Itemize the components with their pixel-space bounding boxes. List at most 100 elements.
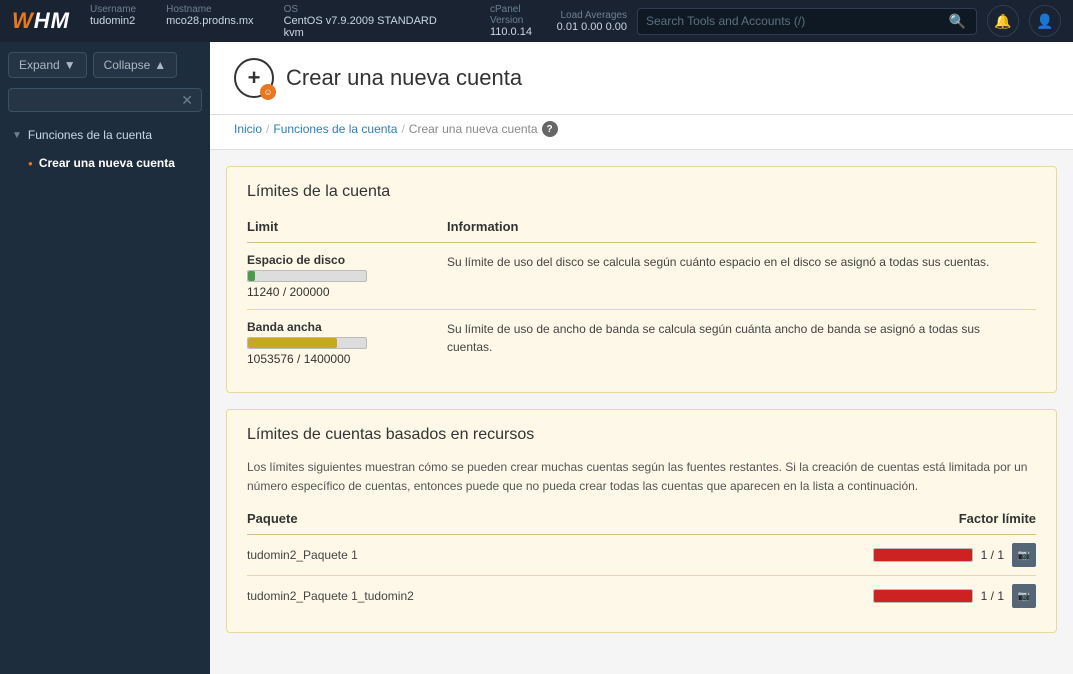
breadcrumb-current: Crear una nueva cuenta <box>409 122 538 136</box>
col-factor: Factor límite <box>646 507 1036 535</box>
os-value: CentOS v7.9.2009 STANDARD kvm <box>284 15 437 39</box>
resources-description: Los límites siguientes muestran cómo se … <box>247 458 1036 495</box>
table-row: Banda ancha 1053576 / 1400000 Su límite … <box>247 310 1036 377</box>
sidebar-nav: ▼ Funciones de la cuenta ● Crear una nue… <box>0 120 210 674</box>
pkg-bar-red <box>874 590 972 602</box>
limit-row-name: Banda ancha <box>247 320 439 334</box>
resources-panel: Límites de cuentas basados en recursos L… <box>226 409 1057 633</box>
package-factor-cell: 1 / 1 📷 <box>646 576 1036 617</box>
load-averages: Load Averages 0.01 0.00 0.00 <box>557 10 627 33</box>
breadcrumb-funciones[interactable]: Funciones de la cuenta <box>273 122 397 136</box>
col-package: Paquete <box>247 507 646 535</box>
progress-bar-inner <box>248 338 337 348</box>
pkg-icon: 📷 <box>1012 584 1036 608</box>
breadcrumb: Inicio / Funciones de la cuenta / Crear … <box>210 115 1073 150</box>
os-info: OS CentOS v7.9.2009 STANDARD kvm <box>284 4 460 39</box>
expand-icon: ▼ <box>64 58 76 72</box>
progress-bar-outer <box>247 337 367 349</box>
package-name-cell: tudomin2_Paquete 1 <box>247 535 646 576</box>
username-info: Username tudomin2 <box>90 4 136 39</box>
hostname-value: mco28.prodns.mx <box>166 15 253 27</box>
table-row: tudomin2_Paquete 1_tudomin2 1 / 1 📷 <box>247 576 1036 617</box>
help-icon[interactable]: ? <box>542 121 558 137</box>
table-row: Espacio de disco 11240 / 200000 Su límit… <box>247 243 1036 310</box>
collapse-icon: ▲ <box>154 58 166 72</box>
page-header: + ☺ Crear una nueva cuenta <box>210 42 1073 115</box>
nav-bullet-icon: ● <box>28 159 33 168</box>
pkg-value: 1 / 1 <box>981 548 1004 562</box>
expand-label: Expand <box>19 58 60 72</box>
limit-name-cell: Banda ancha 1053576 / 1400000 <box>247 310 447 377</box>
pkg-value: 1 / 1 <box>981 589 1004 603</box>
user-account-button[interactable]: 👤 <box>1029 5 1061 37</box>
collapse-label: Collapse <box>104 58 151 72</box>
limit-name-cell: Espacio de disco 11240 / 200000 <box>247 243 447 310</box>
search-icon-button[interactable]: 🔍 <box>947 13 968 30</box>
top-bar: WHM Username tudomin2 Hostname mco28.pro… <box>0 0 1073 42</box>
package-factor-cell: 1 / 1 📷 <box>646 535 1036 576</box>
limit-info-cell: Su límite de uso de ancho de banda se ca… <box>447 310 1036 377</box>
breadcrumb-sep-2: / <box>401 122 404 136</box>
sidebar-section-funciones[interactable]: ▼ Funciones de la cuenta <box>0 120 210 150</box>
collapse-button[interactable]: Collapse ▲ <box>93 52 178 78</box>
sub-icon: ☺ <box>260 84 276 100</box>
sidebar-item-label: Crear una nueva cuenta <box>39 156 175 170</box>
sidebar-search-clear[interactable]: ✕ <box>181 93 193 107</box>
limits-panel-title: Límites de la cuenta <box>247 183 1036 201</box>
hostname-label: Hostname <box>166 4 253 15</box>
server-info: Username tudomin2 Hostname mco28.prodns.… <box>90 4 557 39</box>
username-label: Username <box>90 4 136 15</box>
notifications-button[interactable]: 🔔 <box>987 5 1019 37</box>
packages-table: Paquete Factor límite tudomin2_Paquete 1… <box>247 507 1036 616</box>
top-bar-right: Load Averages 0.01 0.00 0.00 🔍 🔔 👤 <box>557 5 1061 37</box>
content-area: + ☺ Crear una nueva cuenta Inicio / Func… <box>210 42 1073 674</box>
pkg-bar-wrap: 1 / 1 📷 <box>873 584 1036 608</box>
pkg-bar-red <box>874 549 972 561</box>
pkg-icon: 📷 <box>1012 543 1036 567</box>
package-name-cell: tudomin2_Paquete 1_tudomin2 <box>247 576 646 617</box>
plus-icon: + <box>248 65 261 91</box>
expand-button[interactable]: Expand ▼ <box>8 52 87 78</box>
search-input[interactable] <box>646 14 947 28</box>
progress-wrap: Banda ancha 1053576 / 1400000 <box>247 320 439 366</box>
pkg-bar-outer <box>873 548 973 562</box>
limit-info-cell: Su límite de uso del disco se calcula se… <box>447 243 1036 310</box>
os-label: OS <box>284 4 460 15</box>
progress-label: 11240 / 200000 <box>247 285 439 299</box>
breadcrumb-sep-1: / <box>266 122 269 136</box>
username-value: tudomin2 <box>90 15 135 27</box>
col-info: Information <box>447 215 1036 243</box>
hostname-info: Hostname mco28.prodns.mx <box>166 4 253 39</box>
limits-table: Limit Information Espacio de disco 11240… <box>247 215 1036 376</box>
sidebar-item-crear-cuenta[interactable]: ● Crear una nueva cuenta <box>0 150 210 176</box>
cpanel-label: cPanel Version <box>490 4 557 26</box>
search-bar[interactable]: 🔍 <box>637 8 977 35</box>
sidebar-controls: Expand ▼ Collapse ▲ <box>0 42 210 88</box>
sidebar: Expand ▼ Collapse ▲ crear una nueva cuen… <box>0 42 210 674</box>
pkg-bar-wrap: 1 / 1 📷 <box>873 543 1036 567</box>
load-value: 0.01 0.00 0.00 <box>557 21 627 33</box>
page-icon: + ☺ <box>234 58 274 98</box>
progress-bar-outer <box>247 270 367 282</box>
progress-bar-inner <box>248 271 255 281</box>
pkg-bar-outer <box>873 589 973 603</box>
cpanel-value: 110.0.14 <box>490 26 532 38</box>
progress-label: 1053576 / 1400000 <box>247 352 439 366</box>
limits-panel: Límites de la cuenta Limit Information E… <box>226 166 1057 393</box>
factor-col: 1 / 1 📷 <box>646 584 1036 608</box>
whm-logo: WHM <box>12 8 70 34</box>
table-row: tudomin2_Paquete 1 1 / 1 📷 <box>247 535 1036 576</box>
sidebar-search-box[interactable]: crear una nueva cuenta ✕ <box>8 88 202 112</box>
sidebar-section-label: Funciones de la cuenta <box>28 128 152 142</box>
limit-row-name: Espacio de disco <box>247 253 439 267</box>
cpanel-info: cPanel Version 110.0.14 <box>490 4 557 39</box>
section-arrow-icon: ▼ <box>12 130 22 141</box>
breadcrumb-inicio[interactable]: Inicio <box>234 122 262 136</box>
sidebar-search-input[interactable]: crear una nueva cuenta <box>17 93 181 107</box>
factor-col: 1 / 1 📷 <box>646 543 1036 567</box>
resources-panel-title: Límites de cuentas basados en recursos <box>247 426 1036 444</box>
page-title: Crear una nueva cuenta <box>286 65 522 91</box>
col-limit: Limit <box>247 215 447 243</box>
progress-wrap: Espacio de disco 11240 / 200000 <box>247 253 439 299</box>
main-layout: Expand ▼ Collapse ▲ crear una nueva cuen… <box>0 42 1073 674</box>
